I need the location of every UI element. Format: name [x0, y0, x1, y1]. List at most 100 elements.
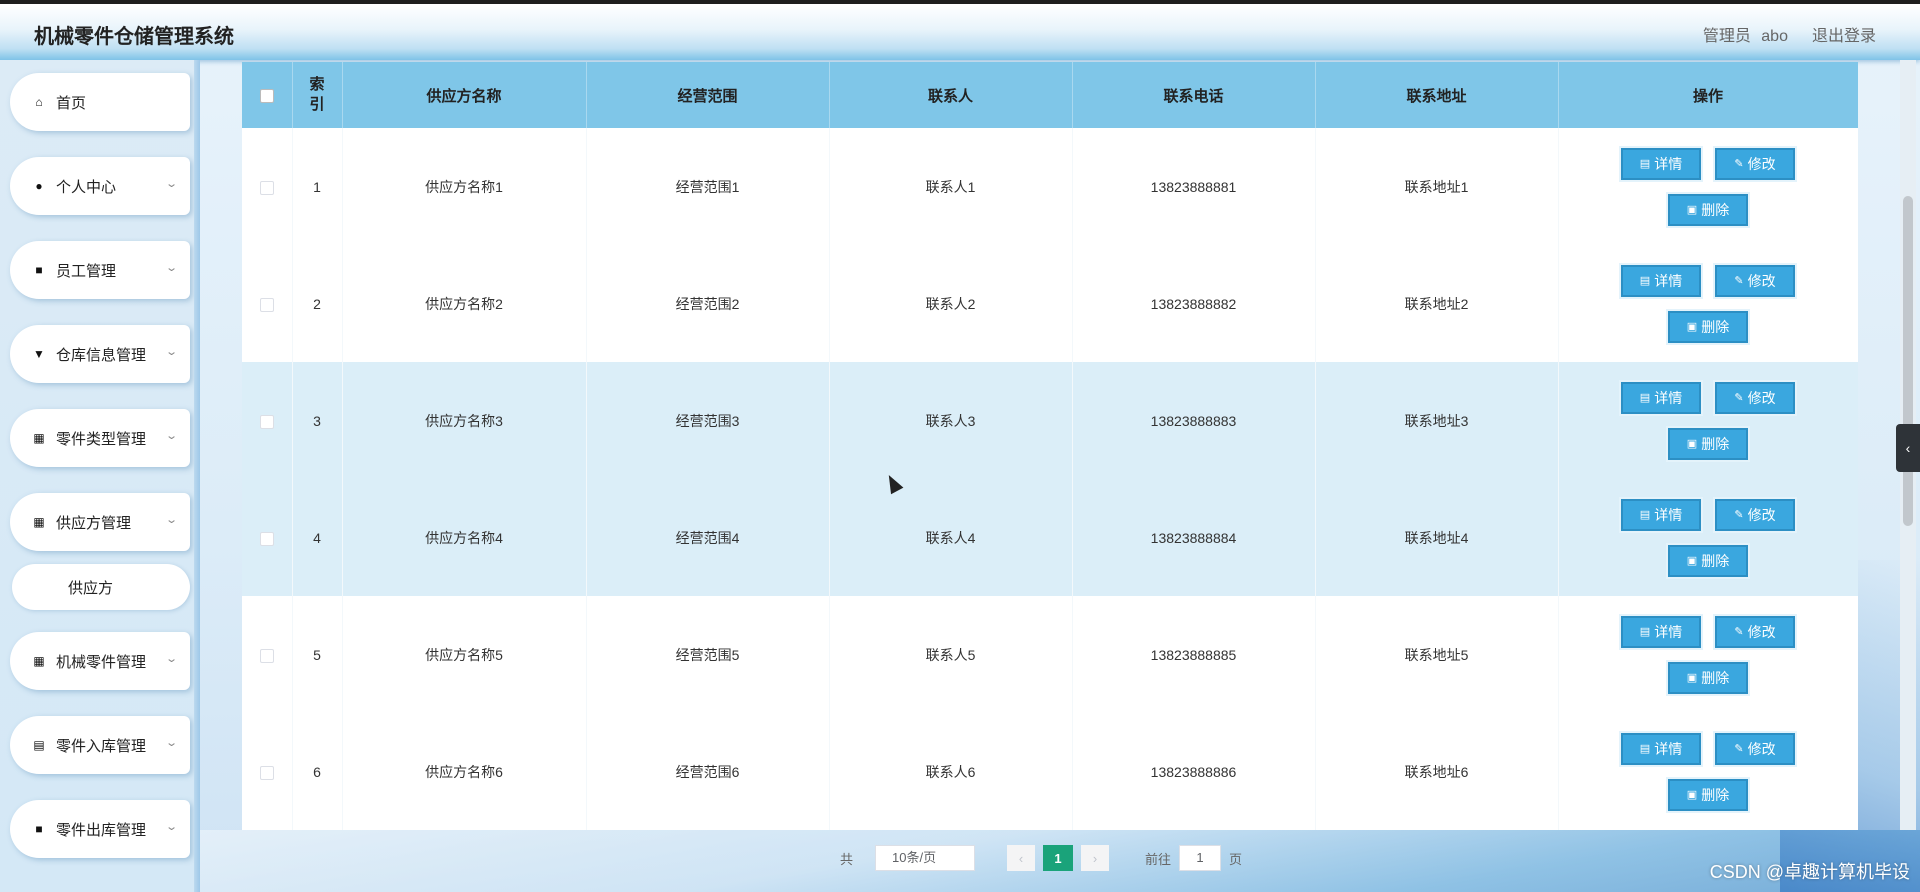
- sidebar-item-label: 零件入库管理: [56, 737, 147, 755]
- column-header-phone[interactable]: 联系电话: [1072, 62, 1316, 128]
- edit-button[interactable]: ✎ 修改: [1715, 615, 1795, 648]
- detail-button[interactable]: ▤ 详情: [1621, 381, 1701, 414]
- grid-icon: ▦: [33, 515, 45, 529]
- top-header: 机械零件仓储管理系统 管理员 abo 退出登录: [0, 0, 1920, 60]
- sidebar-item-label: 员工管理: [56, 262, 117, 280]
- next-page-button[interactable]: ›: [1081, 845, 1110, 871]
- cell-actions: ▤ 详情 ✎ 修改 ▣ 删除: [1558, 362, 1858, 479]
- column-header-contact[interactable]: 联系人: [829, 62, 1073, 128]
- pencil-icon: ✎: [1734, 509, 1744, 521]
- delete-button-label: 删除: [1701, 669, 1730, 686]
- cell-index: 1: [292, 128, 343, 245]
- pencil-icon: ✎: [1734, 392, 1744, 404]
- pencil-icon: ✎: [1734, 626, 1744, 638]
- document-icon: ▤: [1639, 626, 1651, 638]
- cell-business-scope: 经营范围6: [586, 713, 830, 830]
- row-checkbox[interactable]: [259, 297, 274, 312]
- submenu-item-suppliers[interactable]: 供应方: [12, 564, 190, 610]
- cell-address: 联系地址2: [1315, 245, 1559, 362]
- user-name: abo: [1761, 28, 1788, 45]
- trash-icon: ▣: [1686, 672, 1698, 684]
- select-all-cell: [242, 62, 293, 128]
- cell-address: 联系地址6: [1315, 713, 1559, 830]
- table-row: 3 供应方名称3 经营范围3 联系人3 13823888883 联系地址3 ▤ 详情 ✎ 修改 ▣ 删…: [242, 362, 1858, 479]
- delete-button[interactable]: ▣ 删除: [1668, 310, 1748, 343]
- column-header-name[interactable]: 供应方名称: [342, 62, 587, 128]
- page-size-select[interactable]: 10条/页: [875, 845, 976, 871]
- column-header-index: 索 引: [292, 62, 343, 128]
- delete-button[interactable]: ▣ 删除: [1668, 544, 1748, 577]
- row-select-cell: [242, 479, 293, 596]
- page-number-current[interactable]: 1: [1043, 845, 1074, 871]
- detail-button[interactable]: ▤ 详情: [1621, 615, 1701, 648]
- cell-supplier-name: 供应方名称2: [342, 245, 587, 362]
- detail-button-label: 详情: [1654, 389, 1683, 406]
- sidebar-item-personal-center[interactable]: ● 个人中心 ⌄: [10, 157, 190, 215]
- cell-index: 5: [292, 596, 343, 713]
- cell-phone: 13823888884: [1072, 479, 1316, 596]
- table-row: 5 供应方名称5 经营范围5 联系人5 13823888885 联系地址5 ▤ 详情 ✎ 修改 ▣ 删…: [242, 596, 1858, 713]
- header-user-area: 管理员 abo 退出登录: [1703, 22, 1876, 46]
- cell-business-scope: 经营范围2: [586, 245, 830, 362]
- delete-button[interactable]: ▣ 删除: [1668, 193, 1748, 226]
- row-checkbox[interactable]: [259, 180, 274, 195]
- pagination: 共 10条/页 ‹ 1 › 前往 1 页: [840, 844, 1242, 872]
- app-title: 机械零件仓储管理系统: [34, 26, 234, 48]
- row-select-cell: [242, 362, 293, 479]
- column-header-actions: 操作: [1558, 62, 1858, 128]
- chevron-down-icon: ⌄: [164, 178, 178, 190]
- cell-contact: 联系人1: [829, 128, 1073, 245]
- cell-contact: 联系人4: [829, 479, 1073, 596]
- row-checkbox[interactable]: [259, 765, 274, 780]
- row-checkbox[interactable]: [259, 531, 274, 546]
- chevron-left-icon: ‹: [1905, 440, 1911, 456]
- cell-actions: ▤ 详情 ✎ 修改 ▣ 删除: [1558, 713, 1858, 830]
- row-checkbox[interactable]: [259, 414, 274, 429]
- edit-button[interactable]: ✎ 修改: [1715, 498, 1795, 531]
- delete-button[interactable]: ▣ 删除: [1668, 778, 1748, 811]
- detail-button-label: 详情: [1654, 506, 1683, 523]
- cell-index: 4: [292, 479, 343, 596]
- row-checkbox[interactable]: [259, 648, 274, 663]
- trash-icon: ▣: [1686, 555, 1698, 567]
- detail-button[interactable]: ▤ 详情: [1621, 264, 1701, 297]
- chevron-down-icon: ⌄: [164, 430, 178, 442]
- detail-button-label: 详情: [1654, 623, 1683, 640]
- edit-button[interactable]: ✎ 修改: [1715, 264, 1795, 297]
- logout-link[interactable]: 退出登录: [1812, 22, 1876, 46]
- sidebar-item-inbound[interactable]: ▤ 零件入库管理 ⌄: [10, 716, 190, 774]
- delete-button[interactable]: ▣ 删除: [1668, 427, 1748, 460]
- scrollbar-thumb[interactable]: [1903, 196, 1913, 526]
- detail-button[interactable]: ▤ 详情: [1621, 498, 1701, 531]
- edit-button-label: 修改: [1747, 623, 1776, 640]
- detail-button[interactable]: ▤ 详情: [1621, 732, 1701, 765]
- detail-button[interactable]: ▤ 详情: [1621, 147, 1701, 180]
- column-header-scope[interactable]: 经营范围: [586, 62, 830, 128]
- sidebar-item-home[interactable]: ⌂ 首页: [10, 73, 190, 131]
- cell-supplier-name: 供应方名称1: [342, 128, 587, 245]
- clipboard-icon: ▤: [33, 738, 45, 752]
- sidebar-item-suppliers[interactable]: ▦ 供应方管理 ⌄: [10, 493, 190, 551]
- sidebar-item-part-types[interactable]: ▦ 零件类型管理 ⌄: [10, 409, 190, 467]
- sidebar-item-warehouse[interactable]: ▼ 仓库信息管理 ⌄: [10, 325, 190, 383]
- delete-button[interactable]: ▣ 删除: [1668, 661, 1748, 694]
- select-all-checkbox[interactable]: [259, 88, 274, 103]
- sidebar-item-label: 个人中心: [56, 178, 117, 196]
- edit-button[interactable]: ✎ 修改: [1715, 381, 1795, 414]
- column-header-address[interactable]: 联系地址: [1315, 62, 1559, 128]
- sidebar-item-label: 零件类型管理: [56, 430, 147, 448]
- sidebar-item-staff[interactable]: ■ 员工管理 ⌄: [10, 241, 190, 299]
- edit-button[interactable]: ✎ 修改: [1715, 732, 1795, 765]
- cell-business-scope: 经营范围3: [586, 362, 830, 479]
- edit-button-label: 修改: [1747, 740, 1776, 757]
- drawer-toggle-button[interactable]: ‹: [1896, 424, 1920, 472]
- sidebar-item-outbound[interactable]: ■ 零件出库管理 ⌄: [10, 800, 190, 858]
- pencil-icon: ✎: [1734, 275, 1744, 287]
- prev-page-button[interactable]: ‹: [1007, 845, 1036, 871]
- goto-page-input[interactable]: 1: [1179, 845, 1222, 871]
- edit-button[interactable]: ✎ 修改: [1715, 147, 1795, 180]
- cell-address: 联系地址3: [1315, 362, 1559, 479]
- cell-contact: 联系人3: [829, 362, 1073, 479]
- cell-supplier-name: 供应方名称3: [342, 362, 587, 479]
- sidebar-item-parts[interactable]: ▦ 机械零件管理 ⌄: [10, 632, 190, 690]
